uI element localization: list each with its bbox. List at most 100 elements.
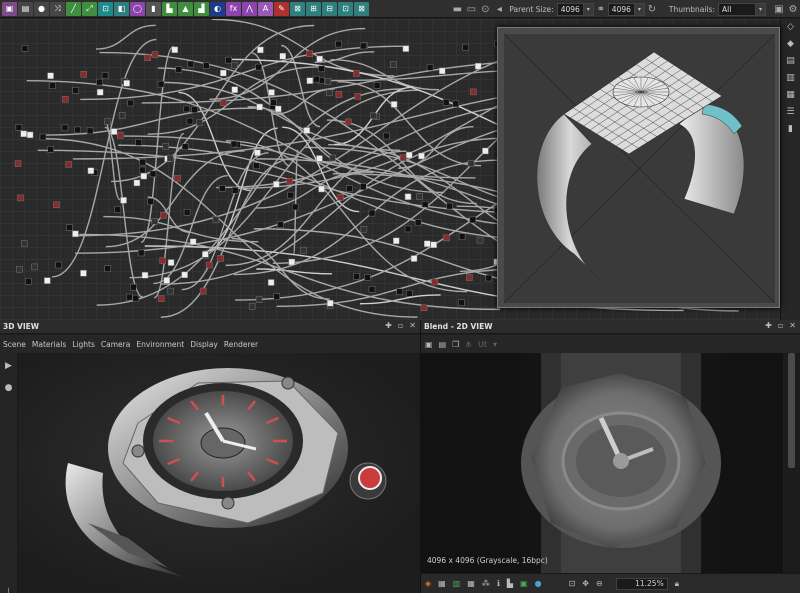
graph-node[interactable] [393,237,400,245]
graph-node[interactable] [325,89,333,97]
view2d-vertical-scrollbar[interactable] [783,353,800,573]
graph-node[interactable] [147,198,154,205]
curve-icon[interactable]: ◐ [210,1,225,16]
graph-node[interactable] [44,277,51,284]
graph-node[interactable] [220,99,227,106]
graph-node[interactable] [431,278,438,286]
graph-node[interactable] [175,66,183,73]
graph-node[interactable] [383,132,390,140]
graph-node[interactable] [117,131,124,139]
mesh-preview-viewport[interactable] [504,34,775,303]
graph-node[interactable] [20,130,27,138]
graph-node[interactable] [368,209,376,217]
pin-icon[interactable]: ✎ [274,1,289,16]
graph-node[interactable] [167,287,174,295]
blend-icon[interactable]: ◧ [114,1,129,16]
graph-node[interactable] [313,75,320,83]
graph-node[interactable] [217,255,224,262]
graph-node[interactable] [279,52,287,60]
graph-node[interactable] [390,61,397,68]
graph-node[interactable] [329,154,336,162]
pin-node-icon[interactable]: ⊙ [478,2,492,16]
menu-camera[interactable]: Camera [101,340,130,349]
graph-node[interactable] [402,45,410,52]
info-icon[interactable]: ℹ [497,579,500,588]
graph-node[interactable] [438,67,446,75]
graph-node[interactable] [127,99,134,107]
graph-node[interactable] [273,293,281,300]
graph-node[interactable] [257,46,264,54]
graph-node[interactable] [225,56,232,64]
graph-node[interactable] [47,146,54,153]
graph-node[interactable] [53,201,60,209]
height-icon[interactable]: ⋀ [242,1,257,16]
histogram-icon[interactable]: ▙ [507,579,513,588]
collapse-icon[interactable]: ◆ [784,39,798,53]
graph-node[interactable] [137,249,145,257]
graph-node[interactable] [399,154,407,162]
graph-node[interactable] [231,86,238,93]
graph-node[interactable] [267,279,275,286]
graph-node[interactable] [65,161,72,168]
graph-node[interactable] [151,218,158,225]
graph-node[interactable] [166,154,174,162]
graph-node[interactable] [406,289,413,297]
graph-node[interactable] [426,64,434,71]
gradient-icon[interactable]: ╱ [66,1,81,16]
graph-node[interactable] [72,87,79,94]
graph-node[interactable] [253,162,260,170]
graph-node[interactable] [316,155,323,162]
graph-node[interactable] [220,69,227,77]
graph-node[interactable] [442,99,450,106]
graph-node[interactable] [364,274,371,281]
graph-node[interactable] [291,203,299,211]
thumbnails-dropdown[interactable]: ▾ [756,2,766,16]
channel-icon[interactable]: ▥ [453,579,461,588]
graph-node[interactable] [354,93,361,100]
pin-icon[interactable]: ✚ [765,321,772,330]
graph-node[interactable] [482,147,489,155]
graph-node[interactable] [466,274,473,281]
graph-node[interactable] [474,62,482,70]
graph-node[interactable] [16,265,23,273]
graph-node[interactable] [157,295,165,302]
camera-icon[interactable]: ▶ [2,361,16,375]
graph-node[interactable] [181,143,189,151]
copy-icon[interactable]: ❐ [452,340,459,349]
graph-node[interactable] [390,101,398,108]
reset-icon[interactable]: ↻ [645,2,659,16]
graph-node[interactable] [120,197,127,204]
grid-icon[interactable]: ⊠ [290,1,305,16]
frame-icon[interactable]: ▭ [464,2,478,16]
graph-node[interactable] [86,127,94,135]
crop-icon[interactable]: ⊡ [98,1,113,16]
graph-node[interactable] [410,255,418,262]
graph-node[interactable] [476,236,484,244]
graph-node[interactable] [171,46,179,54]
view3d-viewport[interactable] [18,353,420,593]
graph-node[interactable] [212,216,220,223]
graph-node[interactable] [114,206,122,213]
graph-node[interactable] [485,274,493,282]
graph-node[interactable] [138,166,146,174]
center-icon[interactable]: ✥ [582,579,589,588]
checker-icon[interactable]: ▦ [438,579,446,588]
grid5-icon[interactable]: ⊠ [354,1,369,16]
graph-node[interactable] [205,261,213,269]
graph-node[interactable] [255,296,263,303]
graph-node[interactable] [47,72,54,79]
graph-settings-icon[interactable]: ⚙ [786,2,800,16]
graph-node[interactable] [255,63,263,71]
graph-node[interactable] [306,77,314,84]
graph-node[interactable] [359,42,367,50]
graph-node[interactable] [17,194,24,202]
node-icon[interactable]: ▮ [146,1,161,16]
graph-node[interactable] [324,78,332,85]
menu-display[interactable]: Display [190,340,218,349]
graph-node[interactable] [370,112,377,120]
graph-node[interactable] [126,293,133,301]
light-icon[interactable]: ● [2,383,16,397]
graph-node[interactable] [458,299,465,306]
graph-node[interactable] [96,78,103,86]
graph-node[interactable] [151,51,159,58]
